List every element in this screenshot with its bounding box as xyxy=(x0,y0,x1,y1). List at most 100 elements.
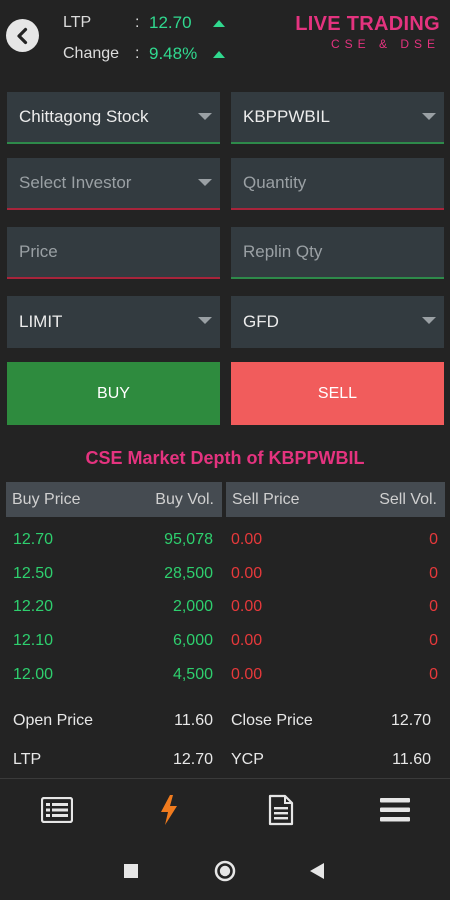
buy-price: 12.70 xyxy=(13,531,54,548)
sell-button[interactable]: SELL xyxy=(231,362,444,425)
buy-row: 12.10 6,000 xyxy=(13,624,213,658)
sell-row: 0.00 0 xyxy=(231,624,438,658)
close-price-row: Close Price 12.70 xyxy=(231,712,431,730)
buy-vol: 95,078 xyxy=(164,531,213,548)
tab-list[interactable] xyxy=(39,793,75,827)
change-row: Change : 9.48% xyxy=(63,44,225,64)
buy-price: 12.20 xyxy=(13,598,54,615)
triangle-back-icon xyxy=(310,863,324,879)
ycp-value: 11.60 xyxy=(392,751,431,768)
change-label: Change xyxy=(63,45,120,62)
dropdown-caret-icon xyxy=(198,113,212,120)
sell-row: 0.00 0 xyxy=(231,523,438,557)
buy-button[interactable]: BUY xyxy=(7,362,220,425)
ltp-value: 12.70 xyxy=(149,13,192,32)
sell-vol: 0 xyxy=(429,531,438,548)
sell-vol: 0 xyxy=(429,565,438,582)
tab-trade[interactable] xyxy=(151,793,187,827)
menu-icon xyxy=(380,798,410,822)
sell-price: 0.00 xyxy=(231,666,263,683)
sell-header: Sell Price Sell Vol. xyxy=(226,482,445,517)
sell-price: 0.00 xyxy=(231,565,263,582)
lightning-icon xyxy=(161,795,177,825)
sell-price: 0.00 xyxy=(231,632,263,649)
open-price-label: Open Price xyxy=(13,712,94,729)
colon: : xyxy=(135,14,140,31)
buy-row: 12.20 2,000 xyxy=(13,590,213,624)
sell-price: 0.00 xyxy=(231,598,263,615)
dropdown-caret-icon xyxy=(198,317,212,324)
buy-vol: 6,000 xyxy=(172,632,213,649)
buy-header: Buy Price Buy Vol. xyxy=(6,482,222,517)
buy-row: 12.00 4,500 xyxy=(13,658,213,692)
sell-price-header: Sell Price xyxy=(232,490,300,508)
buy-price: 12.00 xyxy=(13,666,54,683)
open-price-value: 11.60 xyxy=(174,712,213,729)
sell-row: 0.00 0 xyxy=(231,590,438,624)
validity-value: GFD xyxy=(243,312,279,331)
square-icon xyxy=(124,864,138,878)
replin-placeholder: Replin Qty xyxy=(243,242,323,261)
back-button[interactable] xyxy=(6,19,39,52)
sell-vol: 0 xyxy=(429,632,438,649)
buy-row: 12.70 95,078 xyxy=(13,523,213,557)
sell-price: 0.00 xyxy=(231,531,263,548)
exchange-value: Chittagong Stock xyxy=(19,107,149,126)
market-depth-title: CSE Market Depth of KBPPWBIL xyxy=(85,448,365,468)
brand-logo: LIVE TRADING CSE & DSE xyxy=(295,13,440,51)
document-icon xyxy=(268,794,294,826)
quantity-placeholder: Quantity xyxy=(243,173,307,192)
buy-vol: 2,000 xyxy=(172,598,213,615)
ltp-info-label: LTP xyxy=(13,751,42,768)
recents-button[interactable] xyxy=(124,864,138,878)
back-arrow-icon xyxy=(16,27,27,44)
list-icon xyxy=(41,797,73,823)
buy-row: 12.50 28,500 xyxy=(13,557,213,591)
sell-vol: 0 xyxy=(429,666,438,683)
buy-price-header: Buy Price xyxy=(12,490,81,508)
sell-row: 0.00 0 xyxy=(231,658,438,692)
system-nav-bar xyxy=(0,840,450,900)
back-nav-button[interactable] xyxy=(309,862,325,880)
quantity-input[interactable]: Quantity xyxy=(231,158,444,210)
sell-row: 0.00 0 xyxy=(231,557,438,591)
buy-vol: 28,500 xyxy=(164,565,213,582)
ycp-row: YCP 11.60 xyxy=(231,751,431,769)
header: LTP : 12.70 Change : 9.48% LIVE TRADING … xyxy=(0,0,450,76)
circle-icon xyxy=(214,860,236,882)
price-placeholder: Price xyxy=(19,242,58,261)
ltp-info-row: LTP 12.70 xyxy=(13,751,213,769)
up-arrow-icon xyxy=(213,50,225,58)
replin-qty-input[interactable]: Replin Qty xyxy=(231,227,444,279)
ltp-info-value: 12.70 xyxy=(172,751,213,768)
tab-document[interactable] xyxy=(263,793,299,827)
symbol-select[interactable]: KBPPWBIL xyxy=(231,92,444,144)
colon: : xyxy=(135,45,140,62)
buy-price: 12.10 xyxy=(13,632,54,649)
exchange-select[interactable]: Chittagong Stock xyxy=(7,92,220,144)
brand-title: LIVE TRADING xyxy=(295,13,440,35)
up-arrow-icon xyxy=(213,19,225,27)
ltp-label: LTP xyxy=(63,14,92,31)
buy-price: 12.50 xyxy=(13,565,54,582)
buy-vol: 4,500 xyxy=(172,666,213,683)
price-input[interactable]: Price xyxy=(7,227,220,279)
close-price-value: 12.70 xyxy=(390,712,431,729)
validity-select[interactable]: GFD xyxy=(231,296,444,348)
buy-vol-header: Buy Vol. xyxy=(155,490,214,508)
open-price-row: Open Price 11.60 xyxy=(13,712,213,730)
investor-placeholder: Select Investor xyxy=(19,173,132,192)
ltp-row: LTP : 12.70 xyxy=(63,13,225,33)
change-value: 9.48% xyxy=(149,44,198,63)
close-price-label: Close Price xyxy=(231,712,313,729)
dropdown-caret-icon xyxy=(422,317,436,324)
order-type-select[interactable]: LIMIT xyxy=(7,296,220,348)
investor-select[interactable]: Select Investor xyxy=(7,158,220,210)
home-button[interactable] xyxy=(214,860,236,882)
order-type-value: LIMIT xyxy=(19,312,63,331)
symbol-value: KBPPWBIL xyxy=(243,107,330,126)
sell-vol: 0 xyxy=(429,598,438,615)
sell-vol-header: Sell Vol. xyxy=(379,490,437,508)
ycp-label: YCP xyxy=(231,751,264,768)
tab-menu[interactable] xyxy=(377,793,413,827)
